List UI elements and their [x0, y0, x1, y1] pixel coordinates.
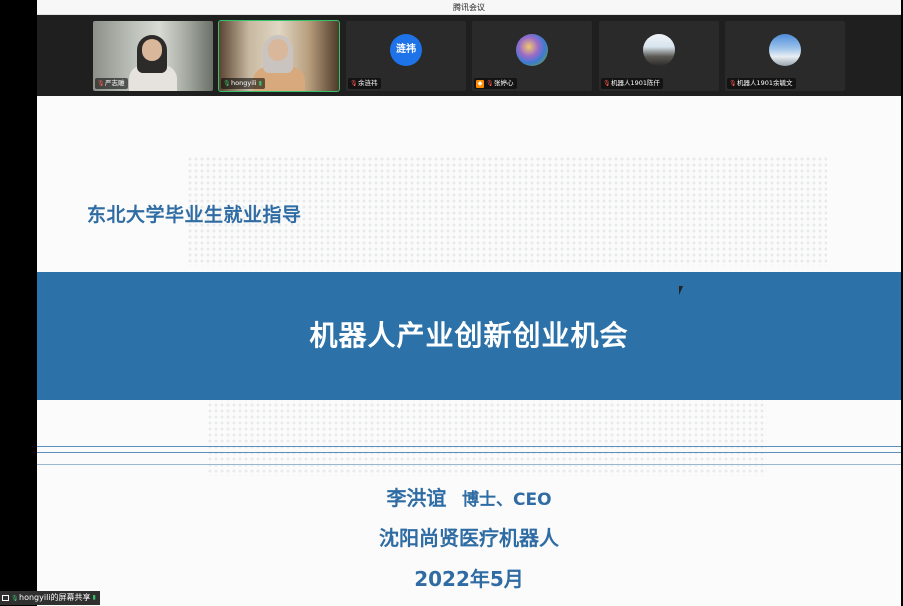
participant-nametag: 🎙 余涟祎 [348, 78, 381, 89]
mic-on-icon: 🎙 [11, 594, 19, 602]
participant-name: 张婷心 [494, 79, 514, 87]
participant-tile-4[interactable]: ◆ 🎙 张婷心 [472, 21, 592, 91]
presenter-role: 博士、CEO [462, 490, 552, 510]
participant-nametag: 🎙 机器人1901余毓文 [727, 78, 796, 89]
mic-muted-icon: 🎙 [97, 80, 105, 87]
participant-tile-6[interactable]: 🎙 机器人1901余毓文 [725, 21, 845, 91]
mic-muted-icon: 🎙 [486, 80, 494, 87]
mic-muted-icon: 🎙 [729, 80, 737, 87]
avatar [769, 34, 801, 66]
divider-line [37, 452, 901, 453]
video-person-face [268, 39, 288, 61]
slide-date: 2022年5月 [414, 567, 524, 591]
participant-tile-3[interactable]: 涟祎 🎙 余涟祎 [346, 21, 466, 91]
participant-name: 机器人1901余毓文 [737, 79, 793, 87]
video-person-face [142, 39, 162, 61]
divider-line [37, 464, 901, 465]
avatar [516, 34, 548, 66]
divider-line [37, 446, 901, 447]
window-title: 腾讯会议 [37, 0, 901, 15]
mic-on-icon: 🎙 [223, 80, 231, 87]
participant-nametag: 🎙 严志雕 [95, 78, 128, 89]
user-icon: ◆ [476, 79, 484, 88]
slide-title: 机器人产业创新创业机会 [309, 319, 629, 352]
left-black-margin [0, 0, 37, 606]
screen-share-label: hongyili的屏幕共享 [19, 593, 91, 602]
presenter-company: 沈阳尚贤医疗机器人 [379, 526, 559, 550]
participant-name: 严志雕 [105, 79, 125, 87]
meeting-window: 腾讯会议 🎙 严志雕 🎙 hongyili ▮ 涟祎 🎙 余涟祎 ◆ 🎙 张婷心… [37, 0, 901, 606]
avatar [643, 34, 675, 66]
participant-tile-2[interactable]: 🎙 hongyili ▮ [218, 20, 340, 92]
slide-subtitle: 东北大学毕业生就业指导 [87, 204, 302, 226]
mouse-cursor-icon [679, 286, 683, 295]
participant-tile-1[interactable]: 🎙 严志雕 [93, 21, 213, 91]
signal-icon: ▮ [92, 594, 96, 601]
participant-name: 机器人1901陈仟 [611, 79, 661, 87]
participant-nametag: 🎙 hongyili ▮ [221, 78, 265, 89]
shared-screen-slide: 东北大学毕业生就业指导 机器人产业创新创业机会 李洪谊 博士、CEO 沈阳尚贤医… [37, 96, 901, 606]
mic-muted-icon: 🎙 [603, 80, 611, 87]
participant-name: 余涟祎 [358, 79, 378, 87]
presenter-line: 李洪谊 博士、CEO [37, 482, 901, 511]
mic-muted-icon: 🎙 [350, 80, 358, 87]
participant-video-strip: 🎙 严志雕 🎙 hongyili ▮ 涟祎 🎙 余涟祎 ◆ 🎙 张婷心 🎙 机器… [37, 15, 901, 96]
signal-icon: ▮ [258, 80, 262, 87]
title-banner: 机器人产业创新创业机会 [37, 272, 901, 400]
screen-share-icon [2, 595, 9, 601]
participant-tile-5[interactable]: 🎙 机器人1901陈仟 [599, 21, 719, 91]
avatar: 涟祎 [390, 34, 422, 66]
participant-nametag: 🎙 机器人1901陈仟 [601, 78, 664, 89]
presenter-name: 李洪谊 [386, 486, 447, 510]
participant-name: hongyili [231, 79, 257, 87]
screen-share-badge[interactable]: 🎙 hongyili的屏幕共享 ▮ [0, 591, 100, 605]
participant-nametag: ◆ 🎙 张婷心 [474, 78, 517, 89]
